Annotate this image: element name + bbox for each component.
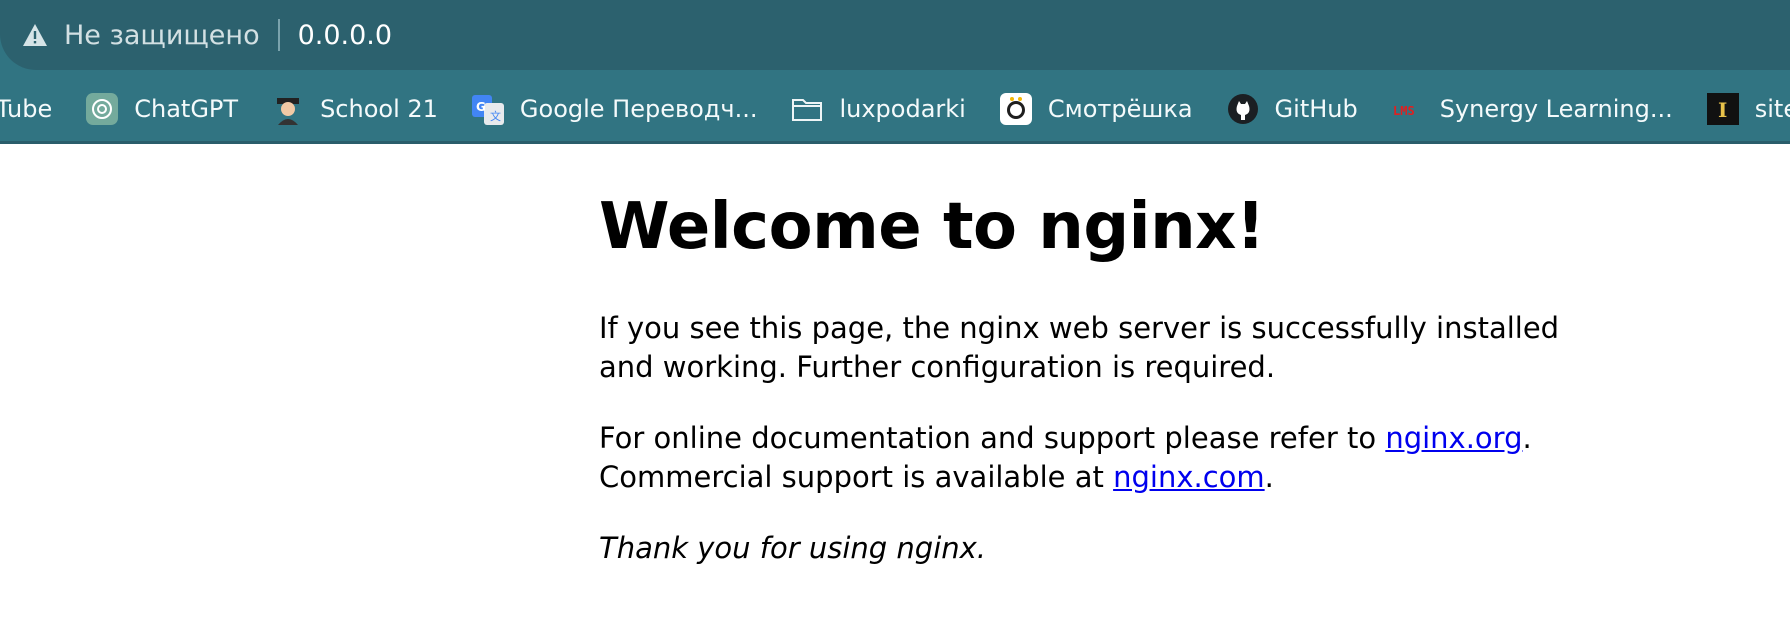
page-content: Welcome to nginx! If you see this page, …	[599, 185, 1609, 568]
github-icon	[1227, 93, 1259, 125]
site-icon: I	[1706, 93, 1739, 125]
folder-icon	[791, 93, 823, 125]
support-text: Commercial support is available at	[599, 460, 1114, 494]
bookmark-github[interactable]: GitHub	[1227, 93, 1358, 125]
page-title: Welcome to nginx!	[599, 190, 1265, 264]
chrome-divider	[0, 141, 1790, 144]
bookmark-chatgpt[interactable]: ChatGPT	[86, 93, 238, 125]
google-translate-icon: G 文	[471, 93, 504, 125]
bookmark-luxpodarki[interactable]: luxpodarki	[791, 93, 966, 125]
bookmarks-bar: Tube ChatGPT School 21 G 文 Google Перево…	[0, 86, 1790, 132]
bookmark-label: School 21	[320, 95, 438, 123]
url-text[interactable]: 0.0.0.0	[298, 20, 392, 51]
intro-paragraph: If you see this page, the nginx web serv…	[599, 311, 1560, 384]
warning-icon[interactable]	[22, 22, 48, 48]
docs-period: .	[1522, 421, 1532, 455]
nginx-org-link[interactable]: nginx.org	[1385, 421, 1522, 455]
address-bar[interactable]: Не защищено 0.0.0.0	[0, 0, 1790, 70]
smotreshka-icon	[999, 93, 1032, 125]
bookmark-label: Google Переводч...	[519, 95, 758, 123]
school21-icon	[272, 93, 304, 125]
bookmark-label: Смотрёшка	[1047, 95, 1193, 123]
docs-paragraph: For online documentation and support ple…	[599, 419, 1609, 497]
svg-text:I: I	[1718, 98, 1727, 122]
browser-chrome: Не защищено 0.0.0.0 Tube ChatGPT School …	[0, 0, 1790, 144]
bookmark-site[interactable]: I site	[1706, 93, 1790, 125]
bookmark-youtube[interactable]: Tube	[0, 95, 52, 123]
chatgpt-icon	[86, 93, 119, 125]
bookmark-google-translate[interactable]: G 文 Google Переводч...	[471, 93, 758, 125]
bookmark-label: luxpodarki	[839, 95, 966, 123]
bookmark-school21[interactable]: School 21	[272, 93, 438, 125]
nginx-com-link[interactable]: nginx.com	[1113, 460, 1265, 494]
thanks-paragraph: Thank you for using nginx.	[599, 531, 987, 565]
svg-text:文: 文	[490, 109, 501, 123]
svg-text:G: G	[476, 100, 486, 114]
bookmark-synergy[interactable]: LMS Synergy Learning...	[1392, 93, 1673, 125]
bookmark-label: Tube	[0, 95, 53, 123]
security-label[interactable]: Не защищено	[64, 20, 260, 51]
bookmark-label: GitHub	[1274, 95, 1358, 123]
bookmark-label: ChatGPT	[134, 95, 239, 123]
bookmark-smotreshka[interactable]: Смотрёшка	[999, 93, 1193, 125]
bookmark-label: site	[1754, 95, 1790, 123]
svg-text:LMS: LMS	[1393, 104, 1415, 118]
lms-icon: LMS	[1392, 93, 1424, 125]
docs-text: For online documentation and support ple…	[599, 421, 1386, 455]
bookmark-label: Synergy Learning...	[1439, 95, 1673, 123]
support-period: .	[1264, 460, 1274, 494]
address-separator	[277, 19, 280, 51]
